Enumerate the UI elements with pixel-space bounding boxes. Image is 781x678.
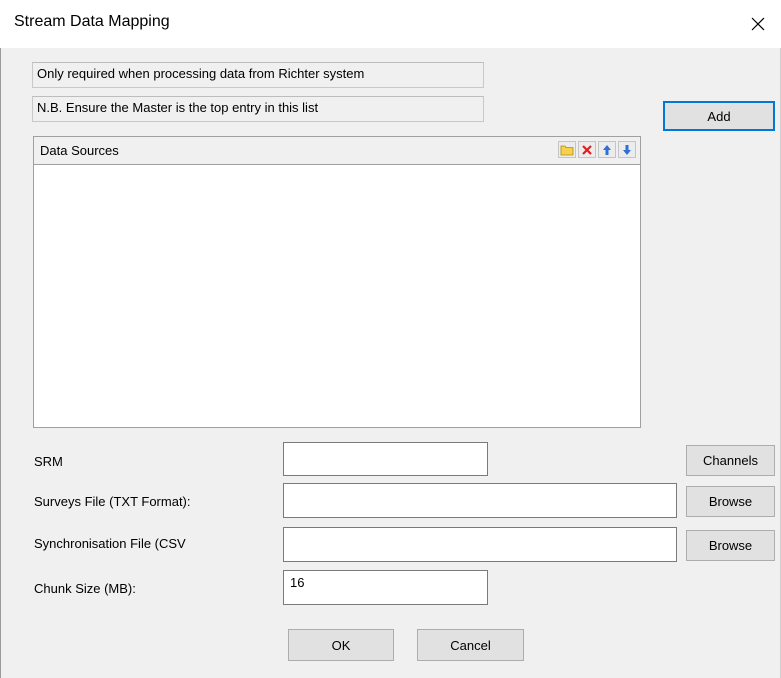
delete-icon[interactable]	[578, 141, 596, 158]
srm-input[interactable]	[283, 442, 488, 476]
surveys-file-label: Surveys File (TXT Format):	[34, 494, 191, 509]
info-text-richter: Only required when processing data from …	[32, 62, 484, 88]
move-up-icon[interactable]	[598, 141, 616, 158]
browse-sync-button[interactable]: Browse	[686, 530, 775, 561]
window-title: Stream Data Mapping	[14, 13, 170, 30]
data-sources-toolbar	[558, 141, 636, 158]
data-sources-header: Data Sources	[34, 137, 640, 165]
data-sources-panel: Data Sources	[33, 136, 641, 428]
surveys-file-input[interactable]	[283, 483, 677, 518]
chunk-size-input[interactable]: 16	[283, 570, 488, 605]
add-button[interactable]: Add	[663, 101, 775, 131]
close-button[interactable]	[735, 0, 781, 48]
close-icon	[751, 17, 765, 31]
folder-icon[interactable]	[558, 141, 576, 158]
data-sources-list[interactable]	[34, 165, 640, 427]
channels-button[interactable]: Channels	[686, 445, 775, 476]
window-border-left	[0, 0, 1, 678]
move-down-icon[interactable]	[618, 141, 636, 158]
title-bar[interactable]: Stream Data Mapping	[0, 0, 781, 48]
ok-button[interactable]: OK	[288, 629, 394, 661]
srm-label: SRM	[34, 454, 63, 469]
sync-file-input[interactable]	[283, 527, 677, 562]
chunk-size-label: Chunk Size (MB):	[34, 581, 136, 596]
cancel-button[interactable]: Cancel	[417, 629, 524, 661]
info-text-master: N.B. Ensure the Master is the top entry …	[32, 96, 484, 122]
browse-surveys-button[interactable]: Browse	[686, 486, 775, 517]
sync-file-label: Synchronisation File (CSV	[34, 536, 186, 551]
data-sources-title: Data Sources	[40, 143, 119, 158]
